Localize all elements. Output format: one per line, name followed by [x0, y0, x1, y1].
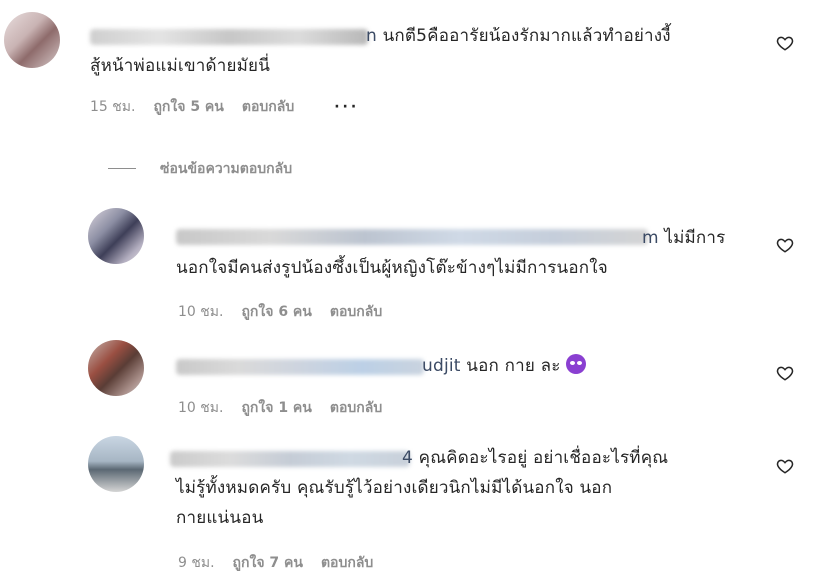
likes-count[interactable]: ถูกใจ 7 คน [233, 552, 303, 574]
likes-count[interactable]: ถูกใจ 6 คน [241, 301, 311, 323]
username-fragment[interactable]: udjit [422, 356, 461, 376]
comment-text: n นกตี5คืออารัยน้องรักมากแล้วทำอย่างงี้ [366, 26, 671, 46]
devil-emoji-icon [566, 354, 587, 374]
comment-text-line: ไม่รู้ทั้งหมดครับ คุณรับรู้ไว้อย่างเดียว… [176, 478, 613, 498]
reply-button[interactable]: ตอบกลับ [330, 397, 382, 419]
username-blurred[interactable] [170, 451, 410, 467]
heart-icon[interactable] [776, 236, 794, 254]
likes-count[interactable]: ถูกใจ 5 คน [153, 96, 223, 118]
heart-icon[interactable] [776, 34, 794, 52]
reply-button[interactable]: ตอบกลับ [330, 301, 382, 323]
comment-meta: 10 ชม. ถูกใจ 1 คน ตอบกลับ [178, 397, 400, 419]
comment-meta: 10 ชม. ถูกใจ 6 คน ตอบกลับ [178, 301, 400, 323]
username-fragment[interactable]: n [366, 26, 377, 46]
timestamp: 10 ชม. [178, 400, 224, 416]
comment-text-line: สู้หน้าพ่อแม่เขาด้ายมัยนี่ [90, 56, 271, 76]
comment-text-line: นอกใจมีคนส่งรูปน้องซึ้งเป็นผู้หญิงโต๊ะข้… [176, 258, 608, 278]
comment-meta: 9 ชม. ถูกใจ 7 คน ตอบกลับ [178, 552, 391, 574]
username-blurred[interactable] [176, 359, 424, 375]
timestamp: 15 ชม. [90, 99, 136, 115]
likes-count[interactable]: ถูกใจ 1 คน [241, 397, 311, 419]
heart-icon[interactable] [776, 364, 794, 382]
username-blurred[interactable] [90, 29, 368, 45]
comment-meta: 15 ชม. ถูกใจ 5 คน ตอบกลับ ··· [90, 96, 377, 118]
username-fragment[interactable]: 4 [402, 448, 413, 468]
username-blurred[interactable] [176, 229, 648, 245]
more-options-icon[interactable]: ··· [334, 99, 359, 115]
avatar[interactable] [88, 208, 144, 264]
hide-replies-button[interactable]: ซ่อนข้อความตอบกลับ [160, 158, 292, 180]
reply-button[interactable]: ตอบกลับ [242, 96, 294, 118]
avatar[interactable] [88, 340, 144, 396]
comment-text-line: กายแน่นอน [176, 508, 264, 528]
comment-text: m ไม่มีการ [642, 228, 726, 248]
divider-line [108, 168, 136, 169]
timestamp: 9 ชม. [178, 555, 215, 571]
reply-button[interactable]: ตอบกลับ [321, 552, 373, 574]
timestamp: 10 ชม. [178, 304, 224, 320]
avatar[interactable] [4, 12, 60, 68]
comment-text: 4 คุณคิดอะไรอยู่ อย่าเชื่ออะไรที่คุณ [402, 448, 669, 468]
username-fragment[interactable]: m [642, 228, 659, 248]
heart-icon[interactable] [776, 457, 794, 475]
comment-text: udjit นอก กาย ละ [422, 352, 587, 381]
avatar[interactable] [88, 436, 144, 492]
